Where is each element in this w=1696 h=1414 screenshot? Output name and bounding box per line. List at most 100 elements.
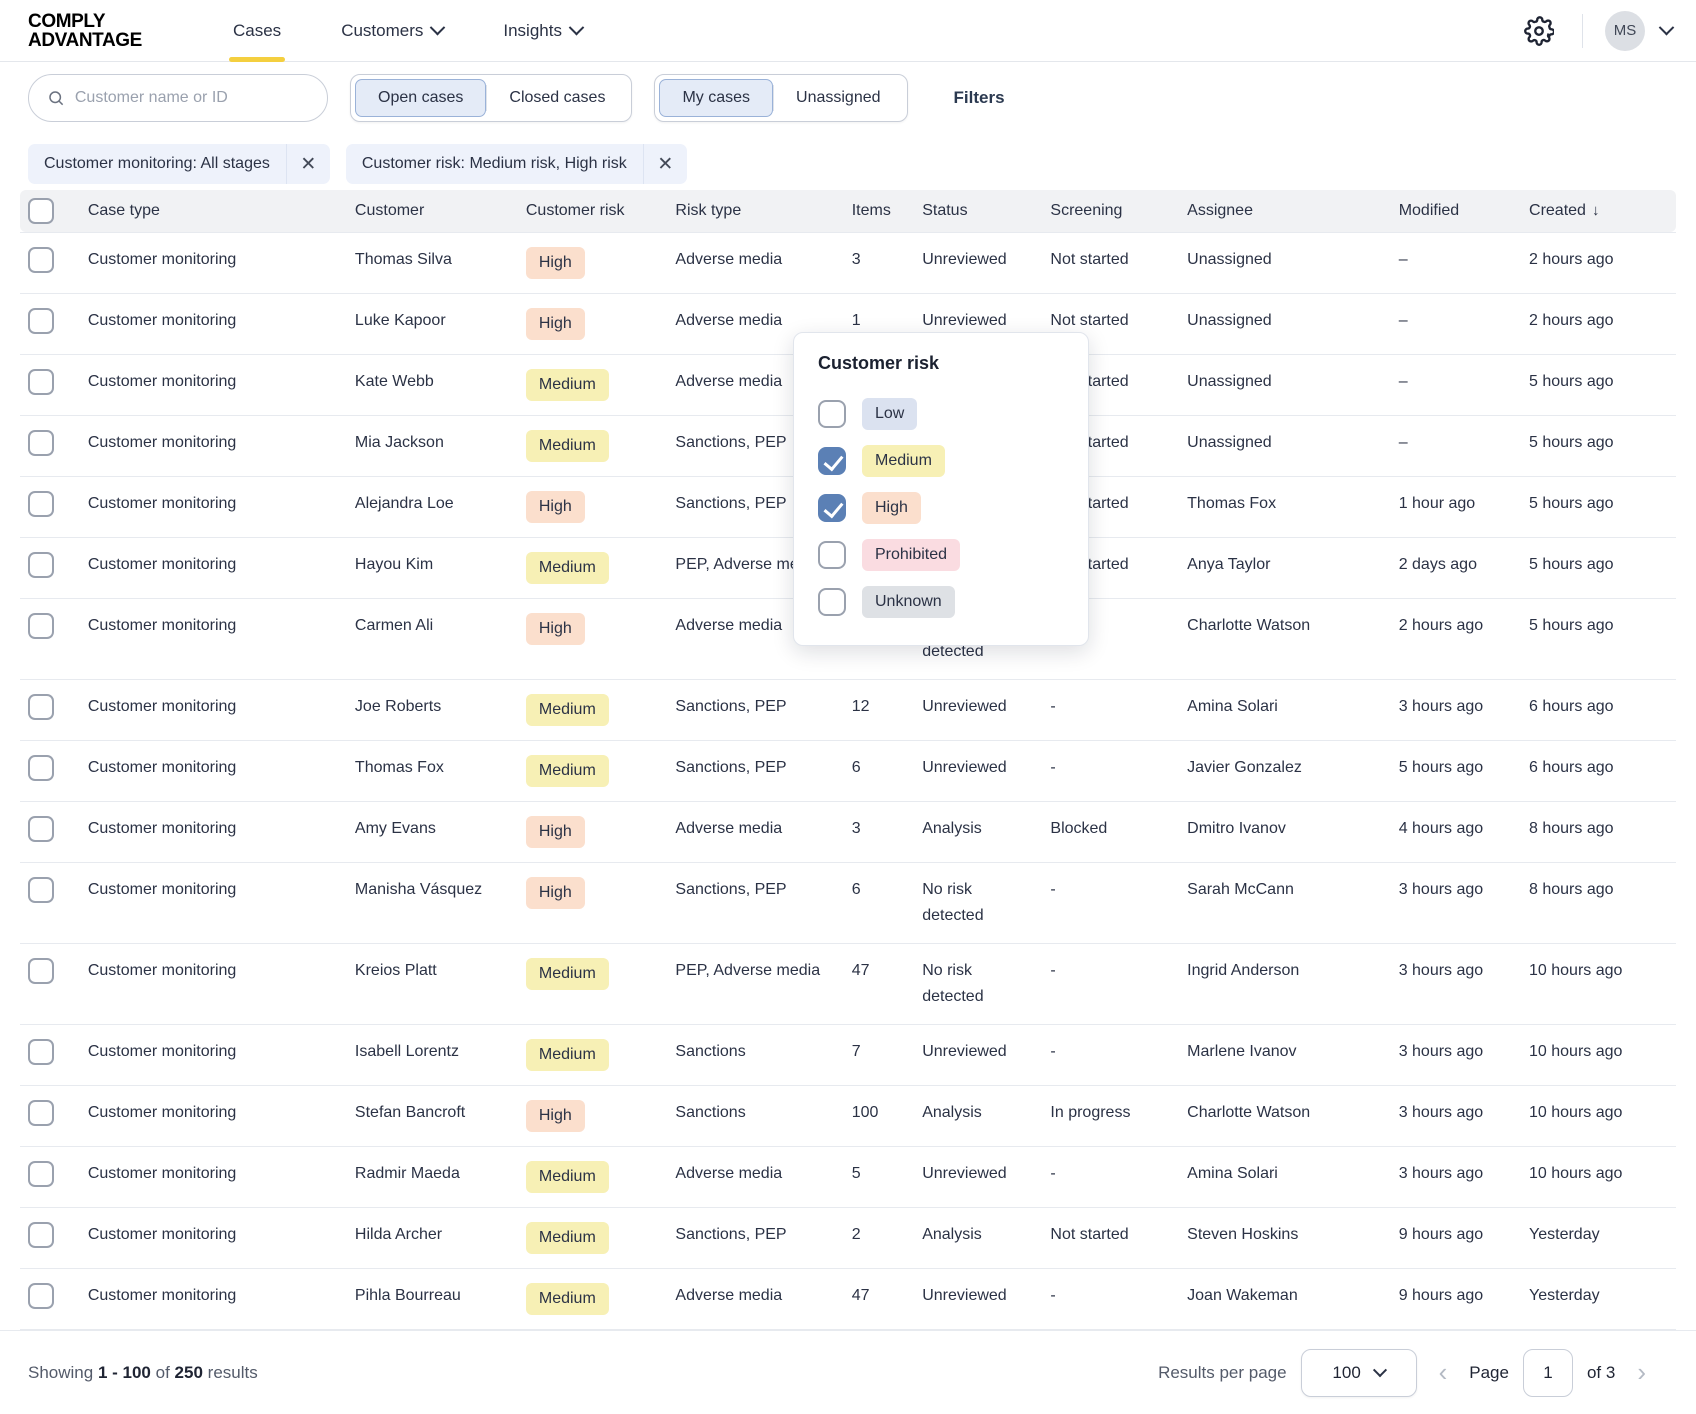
cell-customer-risk[interactable]: High (518, 1085, 668, 1146)
checkbox[interactable] (818, 588, 846, 616)
cell-customer-risk[interactable]: Medium (518, 943, 668, 1024)
row-checkbox[interactable] (28, 308, 54, 334)
cell-customer-risk[interactable]: Medium (518, 415, 668, 476)
nav-item-insights[interactable]: Insights (473, 0, 612, 62)
cell-select[interactable] (20, 598, 80, 679)
column-header-items[interactable]: Items (844, 190, 915, 232)
close-icon[interactable]: ✕ (286, 144, 330, 184)
column-header-customer-risk[interactable]: Customer risk (518, 190, 668, 232)
filter-chip-customer-risk[interactable]: Customer risk: Medium risk, High risk ✕ (346, 144, 687, 184)
page-number-input[interactable]: 1 (1523, 1349, 1573, 1397)
row-checkbox[interactable] (28, 1100, 54, 1126)
cell-select[interactable] (20, 862, 80, 943)
nav-item-cases[interactable]: Cases (203, 0, 311, 62)
open-cases-button[interactable]: Open cases (355, 79, 486, 117)
row-checkbox[interactable] (28, 430, 54, 456)
cell-customer-risk[interactable]: Medium (518, 1024, 668, 1085)
risk-option-unknown[interactable]: Unknown (818, 578, 1064, 625)
row-checkbox[interactable] (28, 491, 54, 517)
row-checkbox[interactable] (28, 755, 54, 781)
cell-select[interactable] (20, 801, 80, 862)
cell-customer-risk[interactable]: Medium (518, 679, 668, 740)
cell-customer-risk[interactable]: Medium (518, 537, 668, 598)
closed-cases-button[interactable]: Closed cases (487, 79, 627, 117)
column-header-created[interactable]: Created↓ (1521, 190, 1676, 232)
table-row[interactable]: Customer monitoringThomas FoxMediumSanct… (20, 740, 1676, 801)
cell-customer-risk[interactable]: Medium (518, 1207, 668, 1268)
cell-select[interactable] (20, 1024, 80, 1085)
risk-option-medium[interactable]: Medium (818, 437, 1064, 484)
cell-customer-risk[interactable]: High (518, 598, 668, 679)
checkbox[interactable] (818, 541, 846, 569)
nav-item-customers[interactable]: Customers (311, 0, 473, 62)
unassigned-button[interactable]: Unassigned (774, 79, 903, 117)
checkbox[interactable] (818, 494, 846, 522)
table-row[interactable]: Customer monitoringJoe RobertsMediumSanc… (20, 679, 1676, 740)
table-row[interactable]: Customer monitoringAmy EvansHighAdverse … (20, 801, 1676, 862)
table-row[interactable]: Customer monitoringHilda ArcherMediumSan… (20, 1207, 1676, 1268)
search-input[interactable] (75, 89, 309, 107)
avatar[interactable]: MS (1605, 11, 1645, 51)
cell-select[interactable] (20, 415, 80, 476)
cell-select[interactable] (20, 476, 80, 537)
row-checkbox[interactable] (28, 958, 54, 984)
results-per-page-select[interactable]: 100 (1301, 1349, 1417, 1397)
cell-customer-risk[interactable]: High (518, 293, 668, 354)
row-checkbox[interactable] (28, 613, 54, 639)
table-row[interactable]: Customer monitoringRadmir MaedaMediumAdv… (20, 1146, 1676, 1207)
chevron-down-icon[interactable] (1659, 20, 1675, 36)
table-row[interactable]: Customer monitoringKreios PlattMediumPEP… (20, 943, 1676, 1024)
risk-option-low[interactable]: Low (818, 390, 1064, 437)
row-checkbox[interactable] (28, 369, 54, 395)
table-row[interactable]: Customer monitoringIsabell LorentzMedium… (20, 1024, 1676, 1085)
cell-customer-risk[interactable]: High (518, 476, 668, 537)
row-checkbox[interactable] (28, 816, 54, 842)
risk-option-high[interactable]: High (818, 484, 1064, 531)
column-header-assignee[interactable]: Assignee (1179, 190, 1391, 232)
row-checkbox[interactable] (28, 1161, 54, 1187)
cell-customer-risk[interactable]: Medium (518, 1268, 668, 1329)
checkbox[interactable] (818, 400, 846, 428)
gear-icon[interactable] (1524, 16, 1554, 46)
row-checkbox[interactable] (28, 694, 54, 720)
cell-select[interactable] (20, 537, 80, 598)
cell-select[interactable] (20, 943, 80, 1024)
column-header-modified[interactable]: Modified (1391, 190, 1521, 232)
column-header-customer[interactable]: Customer (347, 190, 518, 232)
cell-customer-risk[interactable]: Medium (518, 354, 668, 415)
risk-option-prohibited[interactable]: Prohibited (818, 531, 1064, 578)
close-icon[interactable]: ✕ (643, 144, 687, 184)
column-header-screening[interactable]: Screening (1042, 190, 1179, 232)
cell-select[interactable] (20, 354, 80, 415)
cell-customer-risk[interactable]: Medium (518, 1146, 668, 1207)
table-row[interactable]: Customer monitoringStefan BancroftHighSa… (20, 1085, 1676, 1146)
row-checkbox[interactable] (28, 1283, 54, 1309)
row-checkbox[interactable] (28, 552, 54, 578)
next-page-button[interactable]: › (1615, 1357, 1668, 1388)
cell-customer-risk[interactable]: Medium (518, 740, 668, 801)
column-header-case-type[interactable]: Case type (80, 190, 347, 232)
my-cases-button[interactable]: My cases (659, 79, 773, 117)
row-checkbox[interactable] (28, 1222, 54, 1248)
table-row[interactable]: Customer monitoringThomas SilvaHighAdver… (20, 232, 1676, 293)
previous-page-button[interactable]: ‹ (1417, 1357, 1470, 1388)
cell-select[interactable] (20, 232, 80, 293)
checkbox[interactable] (818, 447, 846, 475)
filters-button[interactable]: Filters (954, 88, 1005, 108)
cell-customer-risk[interactable]: High (518, 801, 668, 862)
table-row[interactable]: Customer monitoringManisha VásquezHighSa… (20, 862, 1676, 943)
select-all-checkbox[interactable] (28, 198, 54, 224)
row-checkbox[interactable] (28, 1039, 54, 1065)
cell-select[interactable] (20, 1268, 80, 1329)
column-header-status[interactable]: Status (914, 190, 1042, 232)
column-header-risk-type[interactable]: Risk type (667, 190, 843, 232)
cell-select[interactable] (20, 740, 80, 801)
cell-select[interactable] (20, 1085, 80, 1146)
row-checkbox[interactable] (28, 877, 54, 903)
cell-select[interactable] (20, 679, 80, 740)
table-row[interactable]: Customer monitoringPihla BourreauMediumA… (20, 1268, 1676, 1329)
filter-chip-customer-monitoring[interactable]: Customer monitoring: All stages ✕ (28, 144, 330, 184)
cell-select[interactable] (20, 293, 80, 354)
cell-select[interactable] (20, 1146, 80, 1207)
cell-customer-risk[interactable]: High (518, 232, 668, 293)
